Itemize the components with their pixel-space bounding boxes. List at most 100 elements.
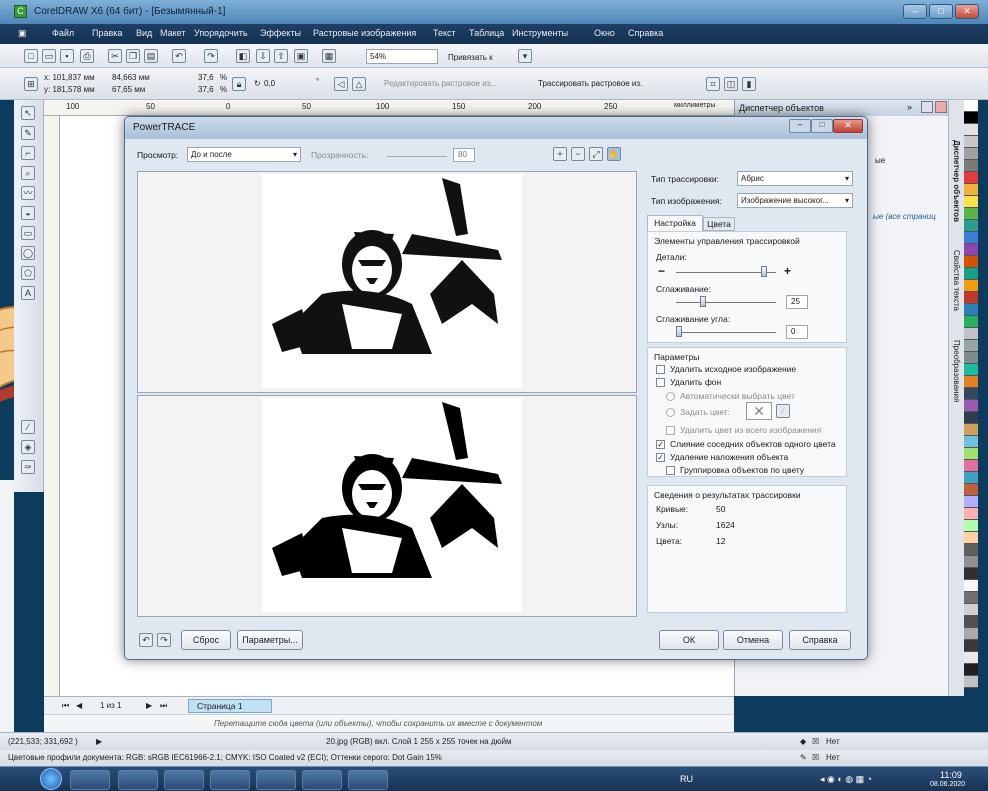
color-swatch[interactable] [964,352,978,364]
image-type-select[interactable]: Изображение высоког... ▾ [737,193,853,208]
color-swatch[interactable] [964,664,978,676]
color-swatch[interactable] [964,232,978,244]
start-icon[interactable] [40,768,62,790]
crop-bitmap-icon[interactable]: ⌗ [706,77,720,91]
color-swatch-none-icon[interactable]: ✕ [746,402,772,420]
pick-tool-icon[interactable]: ↖ [21,106,35,120]
redo-trace-icon[interactable]: ↷ [157,633,171,647]
color-profiles[interactable]: Цветовые профили документа: RGB: sRGB IE… [8,753,442,762]
group-by-color-label[interactable]: Группировка объектов по цвету [680,465,804,475]
set-color-label[interactable]: Задать цвет: [680,407,730,417]
detail-slider-thumb[interactable] [761,266,767,277]
smoothing-value[interactable]: 25 [786,295,808,309]
transparency-slider[interactable] [387,156,447,157]
auto-color-label[interactable]: Автоматически выбрать цвет [680,391,795,401]
tab-colors[interactable]: Цвета [703,217,735,231]
transparency-value[interactable]: 80 [453,148,475,162]
menu-view[interactable]: Вид [136,28,152,38]
help-button[interactable]: Справка [789,630,851,650]
export-icon[interactable]: ⇧ [274,49,288,63]
color-swatch[interactable] [964,472,978,484]
remove-overlap-checkbox[interactable]: ✓ [656,453,665,462]
color-swatch[interactable] [964,184,978,196]
minimize-button[interactable]: – [903,4,927,19]
set-color-radio[interactable] [666,408,675,417]
color-swatch[interactable] [964,196,978,208]
options-button[interactable]: Параметры... [237,630,303,650]
color-swatch[interactable] [964,124,978,136]
tray-icons[interactable]: ◂ ◉ ◐ ◍ ▦ ◔ [820,774,872,785]
open-icon[interactable]: ▭ [42,49,56,63]
redo-icon[interactable]: ↷ [204,49,218,63]
polygon-tool-icon[interactable]: ⬠ [21,266,35,280]
new-icon[interactable]: □ [24,49,38,63]
clock-date[interactable]: 08.06.2020 [930,781,965,788]
language-indicator[interactable]: RU [680,774,693,784]
menu-table[interactable]: Таблица [469,28,504,38]
remove-source-checkbox[interactable] [656,365,665,374]
menu-tools[interactable]: Инструменты [512,28,568,38]
edit-bitmap-button[interactable]: Редактировать растровое из... [384,79,497,88]
remove-source-label[interactable]: Удалить исходное изображение [670,364,796,374]
color-swatch[interactable] [964,568,978,580]
smoothing-slider-thumb[interactable] [700,296,706,307]
color-swatch[interactable] [964,628,978,640]
play-icon[interactable]: ▶ [96,737,102,746]
shape-tool-icon[interactable]: ✎ [21,126,35,140]
search-content-icon[interactable]: ◧ [236,49,250,63]
menu-effects[interactable]: Эффекты [260,28,301,38]
color-swatch[interactable] [964,448,978,460]
color-swatch[interactable] [964,544,978,556]
color-swatch[interactable] [964,112,978,124]
horizontal-ruler[interactable]: 100 50 0 50 100 150 200 250 миллиметры [44,100,734,116]
merge-label[interactable]: Слияние соседних объектов одного цвета [670,439,836,449]
save-icon[interactable]: ▪ [60,49,74,63]
color-swatch[interactable] [964,640,978,652]
menu-edit[interactable]: Правка [92,28,122,38]
fill-tool-icon[interactable]: ◈ [21,440,35,454]
outline-tool-icon[interactable]: ✑ [21,460,35,474]
first-page-icon[interactable]: ⏮ [62,701,69,711]
color-swatch[interactable] [964,268,978,280]
color-swatch[interactable] [964,532,978,544]
rectangle-tool-icon[interactable]: ▭ [21,226,35,240]
close-button[interactable]: ✕ [955,4,979,19]
color-swatch[interactable] [964,376,978,388]
remove-background-label[interactable]: Удалить фон [670,377,721,387]
object-list-item[interactable]: ые (все страниц [873,212,936,221]
corner-smoothing-value[interactable]: 0 [786,325,808,339]
color-swatch[interactable] [964,328,978,340]
last-page-icon[interactable]: ⏭ [160,701,167,711]
tab-text-properties[interactable]: Свойства текста [952,250,961,311]
trace-type-select[interactable]: Абрис ▾ [737,171,853,186]
group-by-color-checkbox[interactable] [666,466,675,475]
taskbar-app-icon[interactable] [348,770,388,790]
page-tab[interactable]: Страница 1 [188,699,272,713]
color-swatch[interactable] [964,340,978,352]
color-swatch[interactable] [964,400,978,412]
remove-overlap-label[interactable]: Удаление наложения объекта [670,452,788,462]
width-value[interactable]: 84,663 мм [112,73,150,82]
menu-layout[interactable]: Макет [160,28,185,38]
zoom-tool-icon[interactable]: ⌕ [21,166,35,180]
preview-after-pane[interactable] [137,395,637,617]
color-swatch[interactable] [964,484,978,496]
preview-before-pane[interactable] [137,171,637,393]
undo-icon[interactable]: ↶ [172,49,186,63]
color-swatch[interactable] [964,424,978,436]
merge-checkbox[interactable]: ✓ [656,440,665,449]
prev-page-icon[interactable]: ◀ [76,701,82,710]
color-swatch[interactable] [964,676,978,688]
color-swatch[interactable] [964,160,978,172]
taskbar-xp-icon[interactable] [70,770,110,790]
taskbar-opera-icon[interactable] [164,770,204,790]
pan-icon[interactable]: ✋ [607,147,621,161]
app-launcher-icon[interactable]: ▦ [322,49,336,63]
paste-icon[interactable]: ▤ [144,49,158,63]
menu-arrange[interactable]: Упорядочить [194,28,248,38]
print-icon[interactable]: ⎙ [80,49,94,63]
copy-icon[interactable]: ❐ [126,49,140,63]
menu-bitmaps[interactable]: Растровые изображения [313,28,416,38]
color-picker-icon[interactable]: ⁄ [776,404,790,418]
import-icon[interactable]: ⇩ [256,49,270,63]
